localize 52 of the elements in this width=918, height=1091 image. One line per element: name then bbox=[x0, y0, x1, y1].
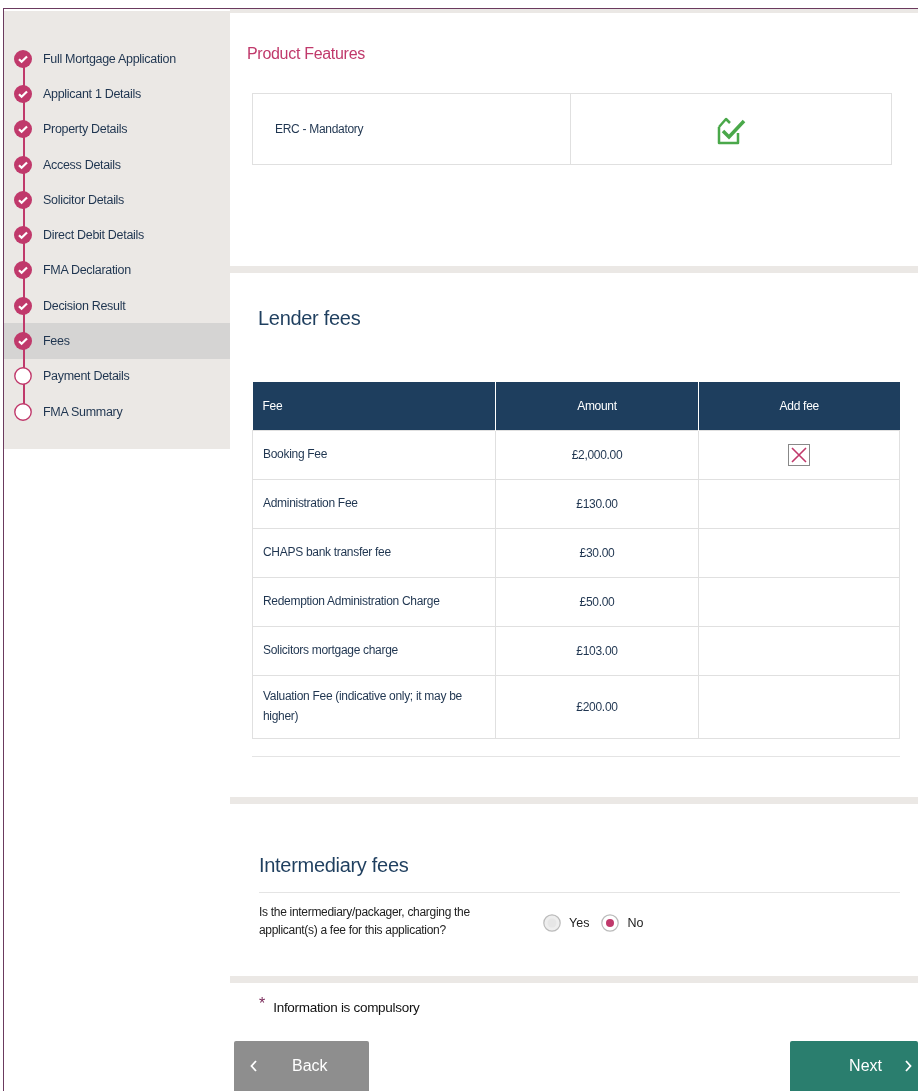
sidebar-item-label: Decision Result bbox=[43, 298, 126, 313]
sidebar-item-label: Property Details bbox=[43, 122, 128, 137]
sidebar-item[interactable]: FMA Summary bbox=[4, 393, 230, 430]
feature-label: ERC - Mandatory bbox=[274, 122, 364, 136]
sidebar-item-label: Direct Debit Details bbox=[43, 228, 144, 243]
section-title: Intermediary fees bbox=[259, 853, 900, 893]
table-cell: Administration Fee bbox=[252, 479, 496, 529]
chevron-right-icon bbox=[904, 1060, 912, 1072]
sidebar-item[interactable]: Solicitor Details bbox=[4, 182, 230, 218]
sidebar-item[interactable]: Payment Details bbox=[4, 358, 230, 394]
required-asterisk: * bbox=[259, 995, 266, 1013]
sidebar-item[interactable]: Full Mortgage Application bbox=[4, 41, 230, 77]
table-cell: CHAPS bank transfer fee bbox=[252, 528, 496, 578]
radio-option[interactable]: No bbox=[601, 906, 644, 939]
sidebar-item-label: Access Details bbox=[43, 157, 121, 172]
table-cell: £30.00 bbox=[495, 528, 699, 578]
table-cell: Solicitors mortgage charge bbox=[252, 626, 496, 676]
radio-icon bbox=[601, 913, 620, 932]
sidebar-item-label: Fees bbox=[43, 334, 70, 348]
sidebar-item-label: FMA Declaration bbox=[43, 263, 131, 278]
sidebar-item-label: Full Mortgage Application bbox=[43, 51, 176, 66]
sidebar-item-label: Applicant 1 Details bbox=[43, 86, 141, 101]
compulsory-note: Information is compulsory bbox=[273, 999, 420, 1015]
column-header: Amount bbox=[495, 381, 699, 431]
sidebar-item-label: Payment Details bbox=[43, 369, 130, 384]
section-title: Product Features bbox=[247, 45, 366, 63]
sidebar-item-label: FMA Summary bbox=[43, 404, 123, 419]
chevron-left-icon bbox=[250, 1060, 258, 1072]
radio-icon bbox=[543, 913, 561, 932]
table-cell: £130.00 bbox=[495, 479, 699, 529]
table-cell: Redemption Administration Charge bbox=[252, 577, 496, 627]
table-cell: Valuation Fee (indicative only; it may be higher) bbox=[252, 675, 496, 739]
table-cell: Booking Fee bbox=[252, 430, 496, 480]
question-text: Is the intermediary/packager, charging the applicant(s) a fee for this application? bbox=[259, 903, 471, 939]
sidebar-item[interactable]: Access Details bbox=[4, 146, 230, 183]
table-cell: £200.00 bbox=[495, 675, 699, 739]
table-cell: £2,000.00 bbox=[495, 430, 699, 480]
column-header: Fee bbox=[252, 381, 496, 431]
sidebar-item[interactable]: FMA Declaration bbox=[4, 252, 230, 289]
sidebar-item[interactable]: Applicant 1 Details bbox=[4, 76, 230, 112]
table-cell: £103.00 bbox=[495, 626, 699, 676]
sidebar-item[interactable]: Direct Debit Details bbox=[4, 217, 230, 253]
sidebar-item-label: Solicitor Details bbox=[43, 192, 125, 207]
sidebar-item[interactable]: Property Details bbox=[4, 111, 230, 147]
table-cell: £50.00 bbox=[495, 577, 699, 627]
radio-option[interactable]: Yes bbox=[543, 906, 590, 939]
sidebar-item[interactable]: Decision Result bbox=[4, 288, 230, 324]
cross-checkbox[interactable] bbox=[788, 443, 810, 466]
next-button[interactable]: Next bbox=[790, 1041, 918, 1091]
section-title: Lender fees bbox=[258, 306, 362, 330]
column-header: Add fee bbox=[698, 381, 900, 431]
sidebar-item[interactable]: Fees bbox=[4, 323, 230, 359]
